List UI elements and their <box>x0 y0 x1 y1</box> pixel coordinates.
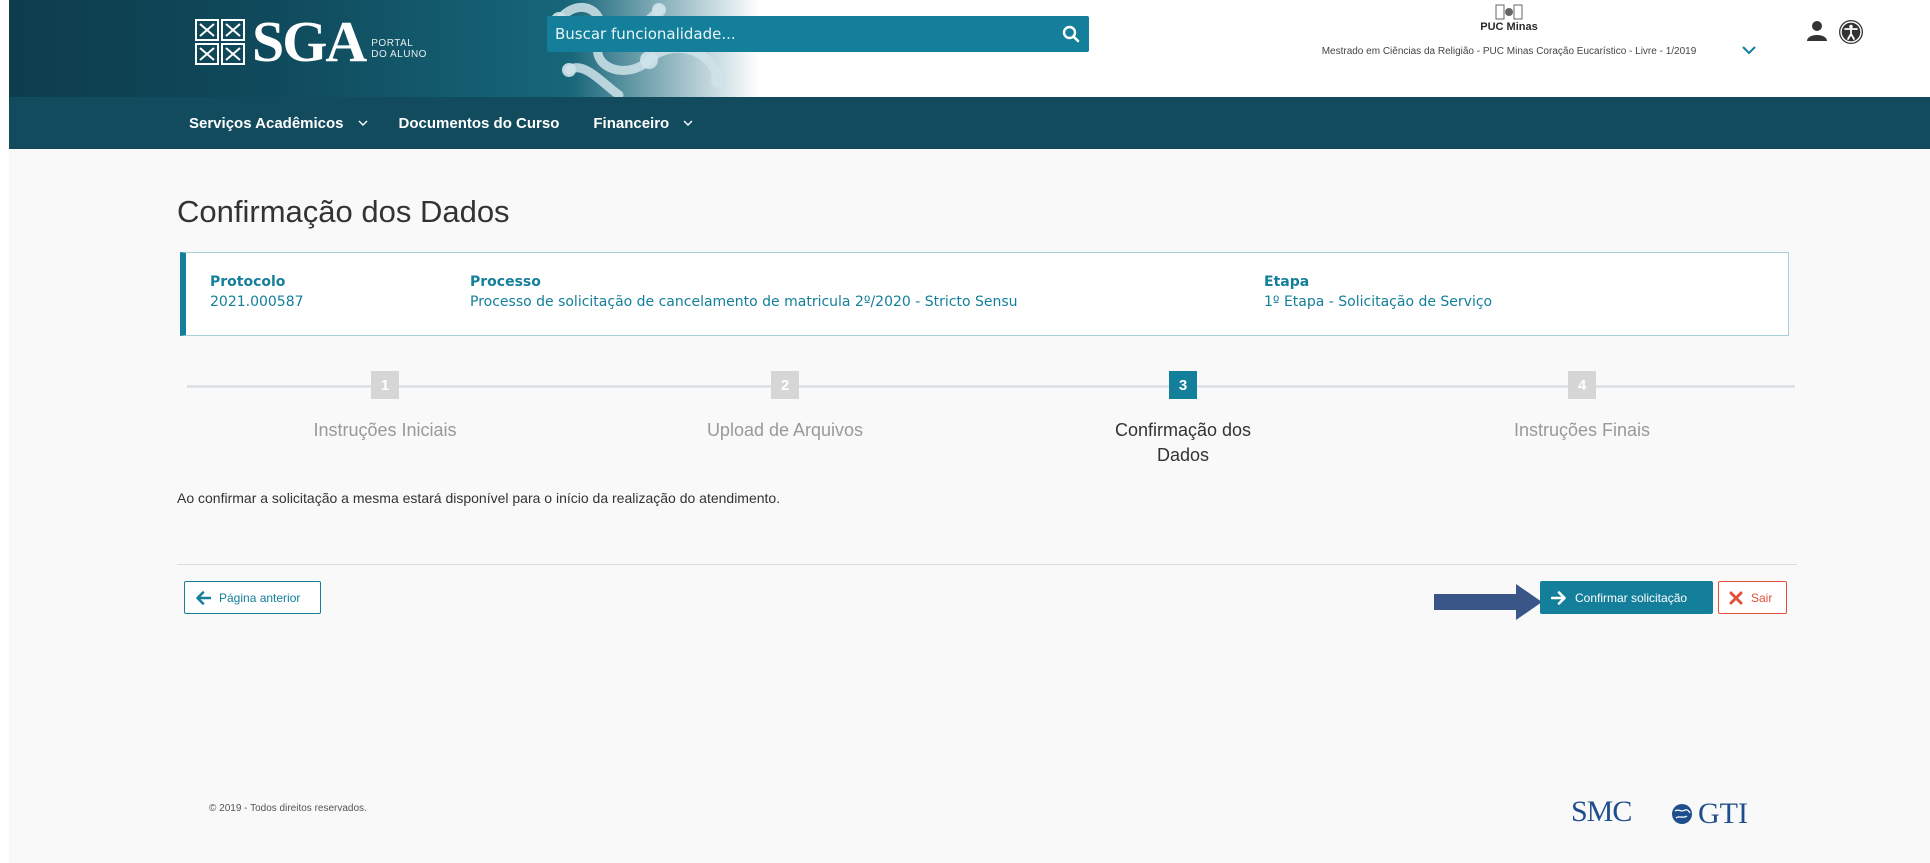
nav-item-financeiro[interactable]: Financeiro <box>593 97 693 149</box>
globe-icon <box>1672 804 1692 824</box>
top-header: SGA PORTAL DO ALUNO PUC Minas Mestrado e… <box>9 0 1930 97</box>
institution-selector[interactable]: PUC Minas Mestrado em Ciências da Religi… <box>1279 4 1739 57</box>
etapa-field: Etapa 1º Etapa - Solicitação de Serviço <box>1264 273 1492 311</box>
protocolo-label: Protocolo <box>210 274 286 290</box>
etapa-label: Etapa <box>1264 274 1310 290</box>
content-divider <box>177 564 1797 565</box>
etapa-value: 1º Etapa - Solicitação de Serviço <box>1264 294 1493 310</box>
step-3-number: 3 <box>1169 371 1197 399</box>
exit-label: Sair <box>1751 590 1773 605</box>
nav-item-label: Financeiro <box>593 114 670 132</box>
confirmation-note: Ao confirmar a solicitação a mesma estar… <box>177 490 781 506</box>
course-name: Mestrado em Ciências da Religião - PUC M… <box>1321 46 1697 57</box>
arrow-right-icon <box>1551 590 1566 605</box>
smc-logo: SMC <box>1571 795 1632 828</box>
chevron-down-icon <box>358 120 368 126</box>
step-1-label: Instruções Iniciais <box>313 420 457 440</box>
step-4-label: Instruções Finais <box>1513 420 1651 440</box>
process-info-box: Protocolo 2021.000587 Processo Processo … <box>180 252 1789 336</box>
protocolo-field: Protocolo 2021.000587 <box>210 273 304 311</box>
logo-text: SGA <box>252 9 367 74</box>
institution-name: PUC Minas <box>1480 21 1538 33</box>
puc-seal-icon <box>1495 4 1523 20</box>
step-2-label: Upload de Arquivos <box>706 420 864 440</box>
search-input[interactable] <box>547 19 1053 49</box>
step-4-number: 4 <box>1568 371 1596 399</box>
gti-logo: GTI <box>1670 797 1748 831</box>
logo-sub-line-2: DO ALUNO <box>371 49 427 60</box>
accessibility-icon[interactable] <box>1838 19 1864 45</box>
nav-item-label: Serviços Acadêmicos <box>189 114 344 132</box>
logo-pattern-icon <box>195 19 245 65</box>
processo-field: Processo Processo de solicitação de canc… <box>470 273 1018 311</box>
nav-item-servicos-academicos[interactable]: Serviços Acadêmicos <box>189 97 368 149</box>
protocolo-value: 2021.000587 <box>210 294 304 310</box>
search-icon[interactable] <box>1053 16 1089 52</box>
page-frame: SGA PORTAL DO ALUNO PUC Minas Mestrado e… <box>9 0 1930 863</box>
user-icon[interactable] <box>1806 20 1828 42</box>
step-3-label: Confirmação dos Dados <box>1073 418 1293 468</box>
nav-item-documentos-curso[interactable]: Documentos do Curso <box>399 97 560 149</box>
previous-page-label: Página anterior <box>219 590 301 605</box>
exit-button[interactable]: Sair <box>1718 581 1787 614</box>
logo-sub-line-1: PORTAL <box>371 38 414 49</box>
arrow-left-icon <box>196 590 211 605</box>
chevron-down-icon <box>683 120 693 126</box>
sga-logo[interactable]: SGA PORTAL DO ALUNO <box>194 12 427 72</box>
step-3-label-text: Confirmação dos Dados <box>1114 420 1252 465</box>
confirm-request-button[interactable]: Confirmar solicitação <box>1540 581 1713 614</box>
step-2-number: 2 <box>771 371 799 399</box>
nav-item-label: Documentos do Curso <box>398 114 560 132</box>
main-nav: Serviços Acadêmicos Documentos do Curso … <box>9 97 1930 149</box>
gti-text: GTI <box>1698 797 1748 830</box>
annotation-arrow-icon <box>1434 584 1542 620</box>
step-1-number: 1 <box>371 371 399 399</box>
page-title: Confirmação dos Dados <box>177 194 510 229</box>
steps-track <box>187 385 1795 388</box>
logo-subtitle: PORTAL DO ALUNO <box>371 38 427 60</box>
confirm-request-label: Confirmar solicitação <box>1575 590 1688 605</box>
processo-label: Processo <box>470 274 541 290</box>
search-bar <box>547 16 1089 52</box>
copyright-text: © 2019 - Todos direitos reservados. <box>209 803 367 814</box>
processo-value: Processo de solicitação de cancelamento … <box>470 294 1018 310</box>
previous-page-button[interactable]: Página anterior <box>184 581 321 614</box>
close-icon <box>1729 591 1743 604</box>
chevron-down-icon[interactable] <box>1741 44 1757 56</box>
